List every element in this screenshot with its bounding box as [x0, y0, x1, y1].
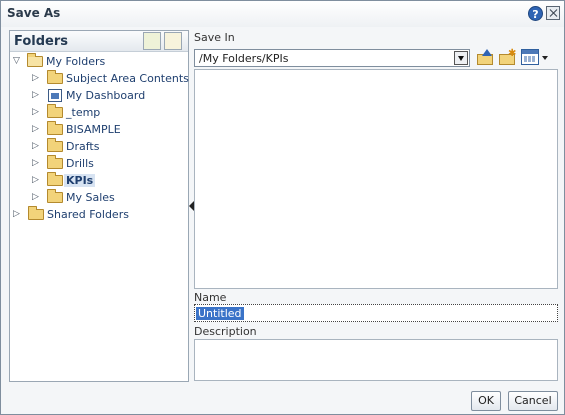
folder-icon [47, 155, 63, 169]
save-as-dialog: Save As ? Folders ▽ My Folders ▷ Subject… [0, 0, 565, 415]
file-list[interactable] [194, 69, 558, 289]
tree-item-drills[interactable]: ▷ Drills [10, 155, 188, 172]
close-icon[interactable] [546, 6, 560, 20]
name-label: Name [194, 291, 227, 304]
ok-button[interactable]: OK [471, 391, 501, 411]
expand-triangle-icon[interactable]: ▷ [32, 124, 42, 134]
expand-triangle-icon[interactable]: ▷ [32, 73, 42, 83]
tree-item-bisample[interactable]: ▷ BISAMPLE [10, 121, 188, 138]
tree-item-my-folders[interactable]: ▽ My Folders [10, 53, 188, 70]
tree-item-label: Drafts [66, 140, 100, 153]
expand-triangle-icon[interactable]: ▷ [32, 175, 42, 185]
folder-icon [28, 206, 44, 220]
view-options-icon[interactable] [521, 49, 539, 65]
folder-icon [47, 70, 63, 84]
dashboard-icon [48, 89, 62, 102]
name-field[interactable]: Untitled [194, 304, 558, 322]
up-folder-icon[interactable] [477, 49, 495, 66]
folder-icon [47, 104, 63, 118]
description-label: Description [194, 325, 257, 338]
tree-item-my-dashboard[interactable]: ▷ My Dashboard [10, 87, 188, 104]
tree-item-shared-folders[interactable]: ▷ Shared Folders [10, 206, 188, 223]
tree-item-drafts[interactable]: ▷ Drafts [10, 138, 188, 155]
tree-item-label: Shared Folders [47, 208, 129, 221]
tree-item-label: My Folders [46, 55, 106, 68]
folders-panel: Folders ▽ My Folders ▷ Subject Area Cont… [9, 30, 189, 382]
expand-triangle-icon[interactable]: ▷ [32, 90, 42, 100]
save-in-path-select[interactable]: /My Folders/KPIs [194, 49, 470, 67]
catalog-icon[interactable] [164, 32, 182, 50]
expand-triangle-icon[interactable]: ▷ [32, 158, 42, 168]
description-field[interactable] [194, 339, 558, 381]
name-field-value: Untitled [196, 307, 244, 320]
tree-item-label: KPIs [64, 174, 96, 187]
help-icon[interactable]: ? [528, 6, 543, 21]
new-folder-icon[interactable]: ✱ [499, 48, 517, 66]
view-dropdown-icon[interactable] [542, 56, 548, 60]
expand-triangle-icon[interactable]: ▷ [32, 192, 42, 202]
folders-title: Folders [14, 34, 69, 49]
folder-tree: ▽ My Folders ▷ Subject Area Contents ▷ M… [10, 53, 189, 223]
tree-item-my-sales[interactable]: ▷ My Sales [10, 189, 188, 206]
folder-icon [47, 121, 63, 135]
tree-item-subject-area-contents[interactable]: ▷ Subject Area Contents [10, 70, 189, 87]
folder-tree-icon[interactable] [143, 32, 161, 50]
folder-open-icon [27, 53, 43, 67]
tree-item-label: My Dashboard [66, 89, 146, 102]
expand-triangle-icon[interactable]: ▷ [32, 107, 42, 117]
tree-item-label: _temp [66, 106, 101, 119]
folder-icon [47, 172, 63, 186]
tree-item-temp[interactable]: ▷ _temp [10, 104, 188, 121]
tree-item-label: BISAMPLE [66, 123, 121, 136]
expand-triangle-icon[interactable]: ▷ [32, 141, 42, 151]
folders-header: Folders [10, 31, 188, 52]
tree-item-label: My Sales [66, 191, 115, 204]
folder-icon [47, 189, 63, 203]
dialog-title: Save As [7, 6, 61, 20]
title-bar[interactable]: Save As ? [1, 1, 564, 27]
save-in-path-value: /My Folders/KPIs [199, 52, 289, 65]
save-in-label: Save In [194, 31, 235, 44]
cancel-button[interactable]: Cancel [508, 391, 558, 411]
chevron-down-icon[interactable] [454, 51, 468, 65]
folder-icon [47, 138, 63, 152]
collapse-triangle-icon[interactable]: ▽ [13, 56, 23, 66]
tree-item-label: Drills [66, 157, 94, 170]
expand-triangle-icon[interactable]: ▷ [13, 209, 23, 219]
tree-item-label: Subject Area Contents [66, 72, 189, 85]
tree-item-kpis[interactable]: ▷ KPIs [10, 172, 188, 189]
